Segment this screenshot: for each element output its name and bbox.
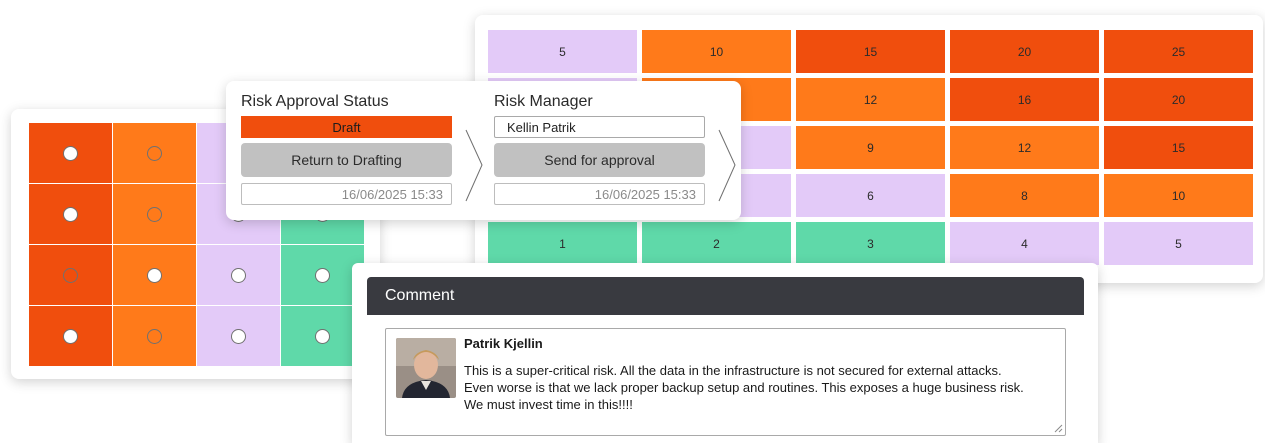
comment-author: Patrik Kjellin: [464, 336, 543, 351]
score-cell: 5: [488, 30, 637, 73]
comment-line: We must invest time in this!!!!: [464, 397, 633, 412]
comment-line: Even worse is that we lack proper backup…: [464, 380, 1024, 395]
radio-selected-icon[interactable]: [147, 206, 162, 222]
score-cell: 20: [950, 30, 1099, 73]
comment-textarea[interactable]: Patrik Kjellin This is a super-critical …: [385, 328, 1066, 436]
matrix-cell[interactable]: [113, 245, 196, 305]
score-cell: 2: [642, 222, 791, 265]
risk-approval-status-title: Risk Approval Status: [241, 93, 389, 110]
chevron-right-icon: [718, 129, 736, 202]
radio-icon[interactable]: [315, 267, 330, 283]
matrix-cell[interactable]: [197, 245, 280, 305]
send-for-approval-button[interactable]: Send for approval: [494, 143, 705, 177]
return-to-drafting-button[interactable]: Return to Drafting: [241, 143, 452, 177]
risk-dashboard: 5 10 15 20 25 12 16 20 9 12 15 6 8 10 1 2 3 4 5 Risk Appro…: [0, 0, 1265, 443]
matrix-cell[interactable]: [29, 123, 112, 183]
comment-header: Comment: [367, 277, 1084, 315]
matrix-cell[interactable]: [29, 184, 112, 244]
matrix-cell[interactable]: [113, 123, 196, 183]
score-cell: 8: [950, 174, 1099, 217]
radio-selected-icon[interactable]: [147, 145, 162, 161]
radio-icon[interactable]: [63, 206, 78, 222]
radio-icon[interactable]: [231, 267, 246, 283]
score-cell: 15: [1104, 126, 1253, 169]
matrix-cell[interactable]: [113, 306, 196, 366]
matrix-cell[interactable]: [29, 306, 112, 366]
score-cell: 1: [488, 222, 637, 265]
risk-manager-title: Risk Manager: [494, 93, 593, 110]
radio-selected-icon[interactable]: [147, 328, 162, 344]
comment-panel: Comment Patrik Kjellin This is a super-c…: [352, 263, 1098, 443]
score-cell: 25: [1104, 30, 1253, 73]
comment-line: This is a super-critical risk. All the d…: [464, 363, 1002, 378]
score-cell: 20: [1104, 78, 1253, 121]
approval-workflow-card: Risk Approval Status Draft Return to Dra…: [226, 81, 741, 220]
radio-icon[interactable]: [63, 145, 78, 161]
radio-icon[interactable]: [231, 328, 246, 344]
score-cell: 16: [950, 78, 1099, 121]
radio-icon[interactable]: [315, 328, 330, 344]
chevron-right-icon: [465, 129, 483, 202]
score-cell: 9: [796, 126, 945, 169]
risk-manager-field[interactable]: Kellin Patrik: [494, 116, 705, 138]
status-date-field: 16/06/2025 15:33: [241, 183, 452, 205]
score-cell: 10: [642, 30, 791, 73]
score-cell: 5: [1104, 222, 1253, 265]
score-cell: 4: [950, 222, 1099, 265]
score-cell: 10: [1104, 174, 1253, 217]
radio-icon[interactable]: [63, 328, 78, 344]
matrix-cell[interactable]: [113, 184, 196, 244]
avatar: [396, 338, 456, 398]
radio-selected-icon[interactable]: [63, 267, 78, 283]
matrix-cell[interactable]: [29, 245, 112, 305]
resize-grip-icon[interactable]: [1053, 423, 1063, 433]
matrix-cell[interactable]: [197, 306, 280, 366]
comment-text: This is a super-critical risk. All the d…: [464, 362, 1054, 413]
score-cell: 15: [796, 30, 945, 73]
score-cell: 3: [796, 222, 945, 265]
status-badge: Draft: [241, 116, 452, 138]
score-cell: 12: [950, 126, 1099, 169]
score-cell: 6: [796, 174, 945, 217]
radio-icon[interactable]: [147, 267, 162, 283]
score-cell: 12: [796, 78, 945, 121]
manager-date-field: 16/06/2025 15:33: [494, 183, 705, 205]
